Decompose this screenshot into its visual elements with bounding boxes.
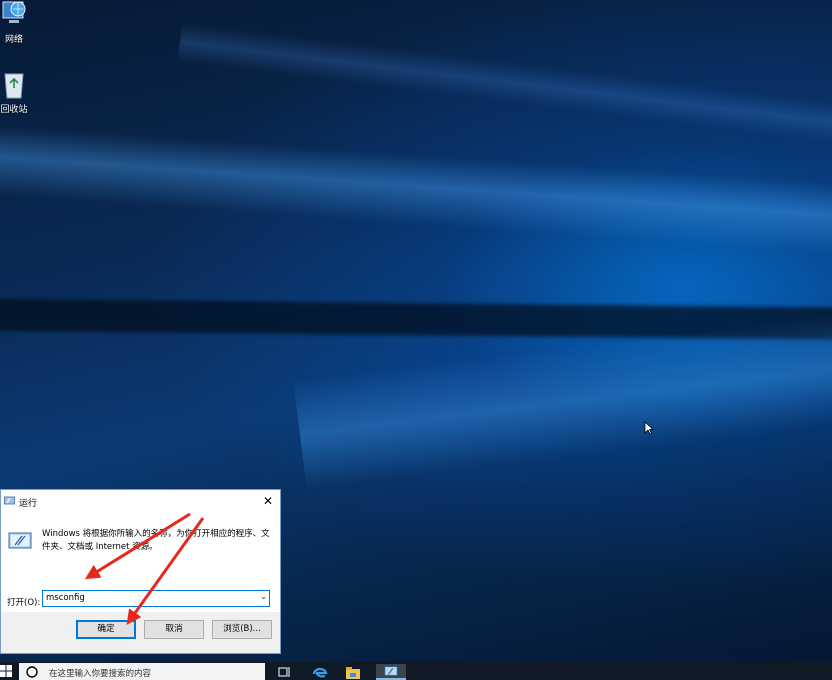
network-icon [2,1,26,23]
ok-button[interactable]: 确定 [76,620,136,639]
dialog-title: 运行 [19,499,38,509]
run-command-value: msconfig [46,593,85,603]
dialog-body: Windows 将根据你所输入的名称，为你打开相应的程序、文件夹、文档或 Int… [1,512,280,612]
run-app-icon[interactable] [376,664,406,680]
task-view-icon[interactable] [275,664,293,680]
desktop-icon-network[interactable]: 网络 [0,0,28,45]
search-icon [26,666,38,678]
desktop-icon-label: 网络 [4,35,23,45]
search-placeholder: 在这里输入你要搜索的内容 [49,669,152,679]
cancel-button[interactable]: 取消 [144,620,204,639]
dialog-description: Windows 将根据你所输入的名称，为你打开相应的程序、文件夹、文档或 Int… [42,529,270,552]
run-app-icon [4,496,15,505]
open-label: 打开(O): [7,598,41,608]
browse-button[interactable]: 浏览(B)... [212,620,272,639]
windows-start-icon[interactable] [0,665,12,677]
wallpaper-beam [293,246,832,490]
edge-icon[interactable] [311,664,329,680]
run-icon [8,532,32,549]
run-command-input[interactable]: msconfig ⌄ [42,590,270,607]
mouse-cursor-icon [644,421,654,435]
recycle-bin-icon [4,73,24,99]
desktop-icon-recycle-bin[interactable]: 回收站 [0,70,28,115]
desktop-icon-label: 回收站 [0,105,28,115]
dialog-titlebar[interactable]: 运行 ✕ [1,490,280,512]
wallpaper-beam [0,120,832,267]
run-dialog: 运行 ✕ Windows 将根据你所输入的名称，为你打开相应的程序、文件夹、文档… [0,489,281,654]
taskbar-search-box[interactable]: 在这里输入你要搜索的内容 [19,663,265,680]
chevron-down-icon[interactable]: ⌄ [260,592,267,601]
taskbar: 在这里输入你要搜索的内容 [0,662,832,680]
close-button[interactable]: ✕ [260,492,276,510]
file-explorer-icon[interactable] [344,664,362,680]
